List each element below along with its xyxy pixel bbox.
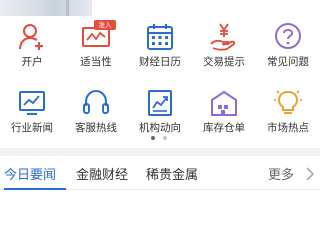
- menu-item-industry-news[interactable]: 行业新闻: [0, 84, 64, 140]
- menu-item-label: 适当性: [80, 56, 112, 68]
- question-icon: [275, 23, 301, 49]
- calendar-icon: [147, 24, 173, 50]
- menu-item-label: 财经日历: [139, 56, 181, 68]
- page-indicator: [0, 136, 320, 142]
- quick-menu-row-2: 行业新闻 客服热线 机构动向 库存仓单 市场热点: [0, 84, 320, 140]
- more-button[interactable]: 更多: [268, 164, 294, 183]
- menu-item-label: 常见问题: [267, 56, 309, 68]
- tab-today-news[interactable]: 今日要闻: [4, 164, 56, 183]
- menu-item-label: 客服热线: [75, 122, 117, 134]
- top-banner-strip: [0, 0, 320, 16]
- badge-admission: 准入: [94, 20, 116, 30]
- menu-item-label: 库存仓单: [203, 122, 245, 134]
- tab-precious-metals[interactable]: 稀贵金属: [146, 164, 198, 183]
- menu-item-finance-calendar[interactable]: 财经日历: [128, 18, 192, 74]
- lightbulb-icon: [274, 90, 302, 114]
- page-dot[interactable]: [163, 136, 167, 140]
- menu-item-label: 行业新闻: [11, 122, 53, 134]
- menu-item-label: 交易提示: [203, 56, 245, 68]
- banner-image-fragment: [0, 0, 92, 16]
- menu-item-label: 机构动向: [139, 122, 181, 134]
- news-monitor-icon: [19, 91, 45, 115]
- section-divider: [0, 148, 320, 156]
- menu-item-inventory-receipts[interactable]: 库存仓单: [192, 84, 256, 140]
- menu-item-label: 市场热点: [267, 122, 309, 134]
- menu-item-trade-tips[interactable]: 交易提示: [192, 18, 256, 74]
- menu-item-label: 开户: [21, 56, 43, 68]
- menu-item-service-hotline[interactable]: 客服热线: [64, 84, 128, 140]
- trend-doc-icon: [148, 90, 172, 116]
- news-tab-bar: 今日要闻 金融财经 稀贵金属 更多: [0, 158, 320, 190]
- yen-hand-icon: [210, 23, 236, 51]
- page-dot-active[interactable]: [151, 136, 155, 140]
- menu-item-suitability[interactable]: 准入 适当性: [64, 18, 128, 74]
- menu-item-faq[interactable]: 常见问题: [256, 18, 320, 74]
- active-tab-underline: [4, 188, 66, 190]
- chevron-right-icon[interactable]: [304, 166, 316, 182]
- user-add-icon: [19, 24, 43, 50]
- menu-item-institution-moves[interactable]: 机构动向: [128, 84, 192, 140]
- tab-finance[interactable]: 金融财经: [76, 164, 128, 183]
- warehouse-icon: [211, 90, 237, 116]
- quick-menu-row-1: 开户 准入 适当性 财经日历 交易提示 常见问题: [0, 18, 320, 74]
- menu-item-open-account[interactable]: 开户: [0, 18, 64, 74]
- headset-icon: [83, 89, 109, 114]
- menu-item-market-hotspots[interactable]: 市场热点: [256, 84, 320, 140]
